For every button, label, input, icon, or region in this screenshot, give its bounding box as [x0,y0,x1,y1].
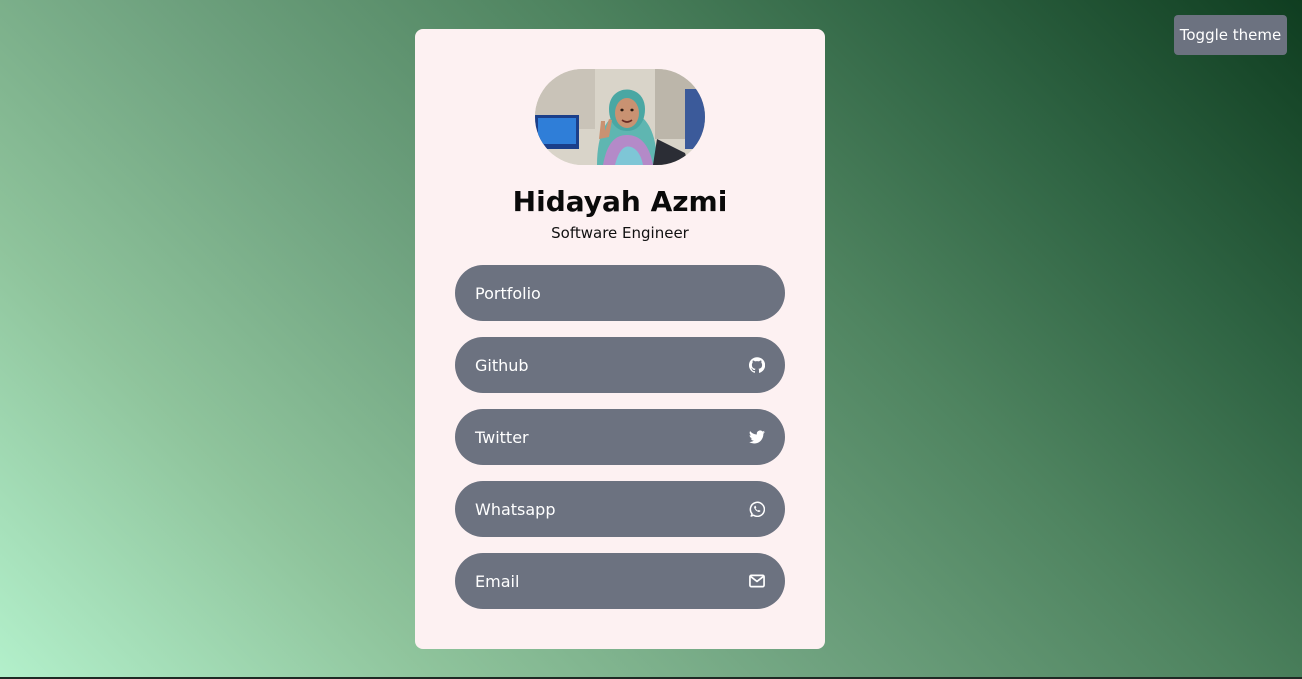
link-label: Portfolio [475,283,541,303]
avatar-photo [535,69,705,165]
link-label: Email [475,571,520,591]
link-label: Github [475,355,529,375]
github-link[interactable]: Github [455,337,785,393]
email-link[interactable]: Email [455,553,785,609]
twitter-icon [749,429,765,445]
whatsapp-icon [749,501,765,517]
twitter-link[interactable]: Twitter [455,409,785,465]
toggle-theme-button[interactable]: Toggle theme [1174,15,1287,55]
avatar [535,69,705,165]
github-icon [749,357,765,373]
mail-icon [749,573,765,589]
whatsapp-link[interactable]: Whatsapp [455,481,785,537]
link-label: Whatsapp [475,499,556,519]
profile-role: Software Engineer [551,224,689,242]
portfolio-link[interactable]: Portfolio [455,265,785,321]
profile-card: Hidayah Azmi Software Engineer Portfolio… [415,29,825,649]
link-label: Twitter [475,427,529,447]
profile-name: Hidayah Azmi [512,185,728,218]
